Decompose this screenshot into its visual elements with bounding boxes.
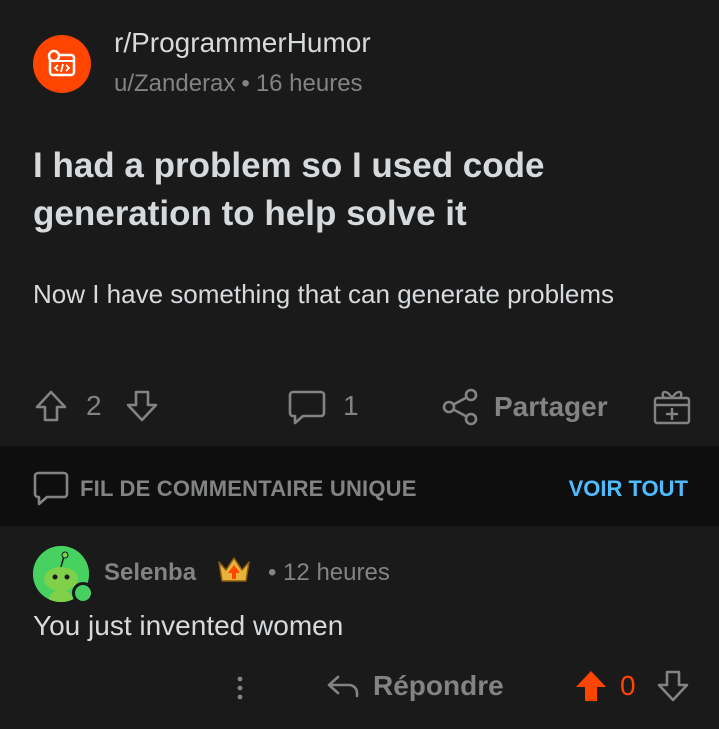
share-label: Partager: [494, 391, 608, 422]
post-actions: 2 1 Partager: [0, 382, 719, 434]
comment-upvote-button[interactable]: [573, 668, 609, 704]
more-vertical-icon: [237, 676, 243, 700]
upvote-arrow-icon: [35, 390, 67, 422]
post-meta: u/Zanderax • 16 heures: [114, 70, 363, 98]
comment-count: 1: [343, 390, 359, 421]
meta-separator: •: [241, 70, 250, 97]
comment-thread-icon: [33, 471, 69, 506]
subreddit-avatar[interactable]: [33, 35, 91, 93]
post-title[interactable]: I had a problem so I used code generatio…: [33, 142, 673, 238]
downvote-arrow-icon: [126, 390, 158, 422]
post-card: r/ProgrammerHumor u/Zanderax • 16 heures I…: [0, 0, 719, 446]
reply-label: Répondre: [373, 670, 504, 701]
comment-downvote-button[interactable]: [655, 668, 691, 704]
comment-author[interactable]: Selenba: [104, 559, 196, 587]
comment-bubble-icon: [288, 390, 326, 425]
see-all-link[interactable]: VOIR TOUT: [569, 476, 688, 502]
user-flair-badge: [216, 554, 252, 591]
upvote-count: 2: [86, 390, 102, 421]
downvote-button[interactable]: [124, 388, 160, 424]
post-time: 16 heures: [255, 70, 363, 97]
crown-award-icon: [218, 557, 250, 582]
gift-icon: [653, 390, 691, 425]
share-button[interactable]: Partager: [440, 387, 608, 427]
upvote-button[interactable]: [33, 388, 69, 424]
comment-time-value: 12 heures: [283, 559, 390, 586]
more-options-button[interactable]: [232, 670, 248, 706]
comment-text: You just invented women: [33, 610, 344, 641]
reply-arrow-icon: [327, 675, 359, 698]
upvote-arrow-filled-icon: [576, 671, 606, 701]
share-icon: [442, 388, 478, 426]
comment-vote-count: 0: [620, 670, 636, 701]
comment-time: • 12 heures: [268, 559, 390, 587]
comment-card: Selenba • 12 heures You just invented wo…: [0, 526, 719, 729]
meta-separator: •: [268, 559, 277, 586]
online-status-indicator: [72, 582, 94, 604]
award-button[interactable]: [652, 386, 692, 426]
post-author[interactable]: u/Zanderax: [114, 70, 235, 97]
code-window-icon: [47, 49, 76, 77]
downvote-arrow-icon: [657, 670, 689, 702]
subreddit-name[interactable]: r/ProgrammerHumor: [114, 27, 371, 59]
thread-label: FIL DE COMMENTAIRE UNIQUE: [80, 476, 417, 501]
comments-button[interactable]: [287, 388, 327, 426]
reply-button[interactable]: Répondre: [325, 668, 504, 704]
post-body: Now I have something that can generate p…: [33, 279, 615, 309]
comment-actions: Répondre 0: [0, 666, 719, 710]
single-thread-bar: FIL DE COMMENTAIRE UNIQUE VOIR TOUT: [0, 446, 719, 526]
